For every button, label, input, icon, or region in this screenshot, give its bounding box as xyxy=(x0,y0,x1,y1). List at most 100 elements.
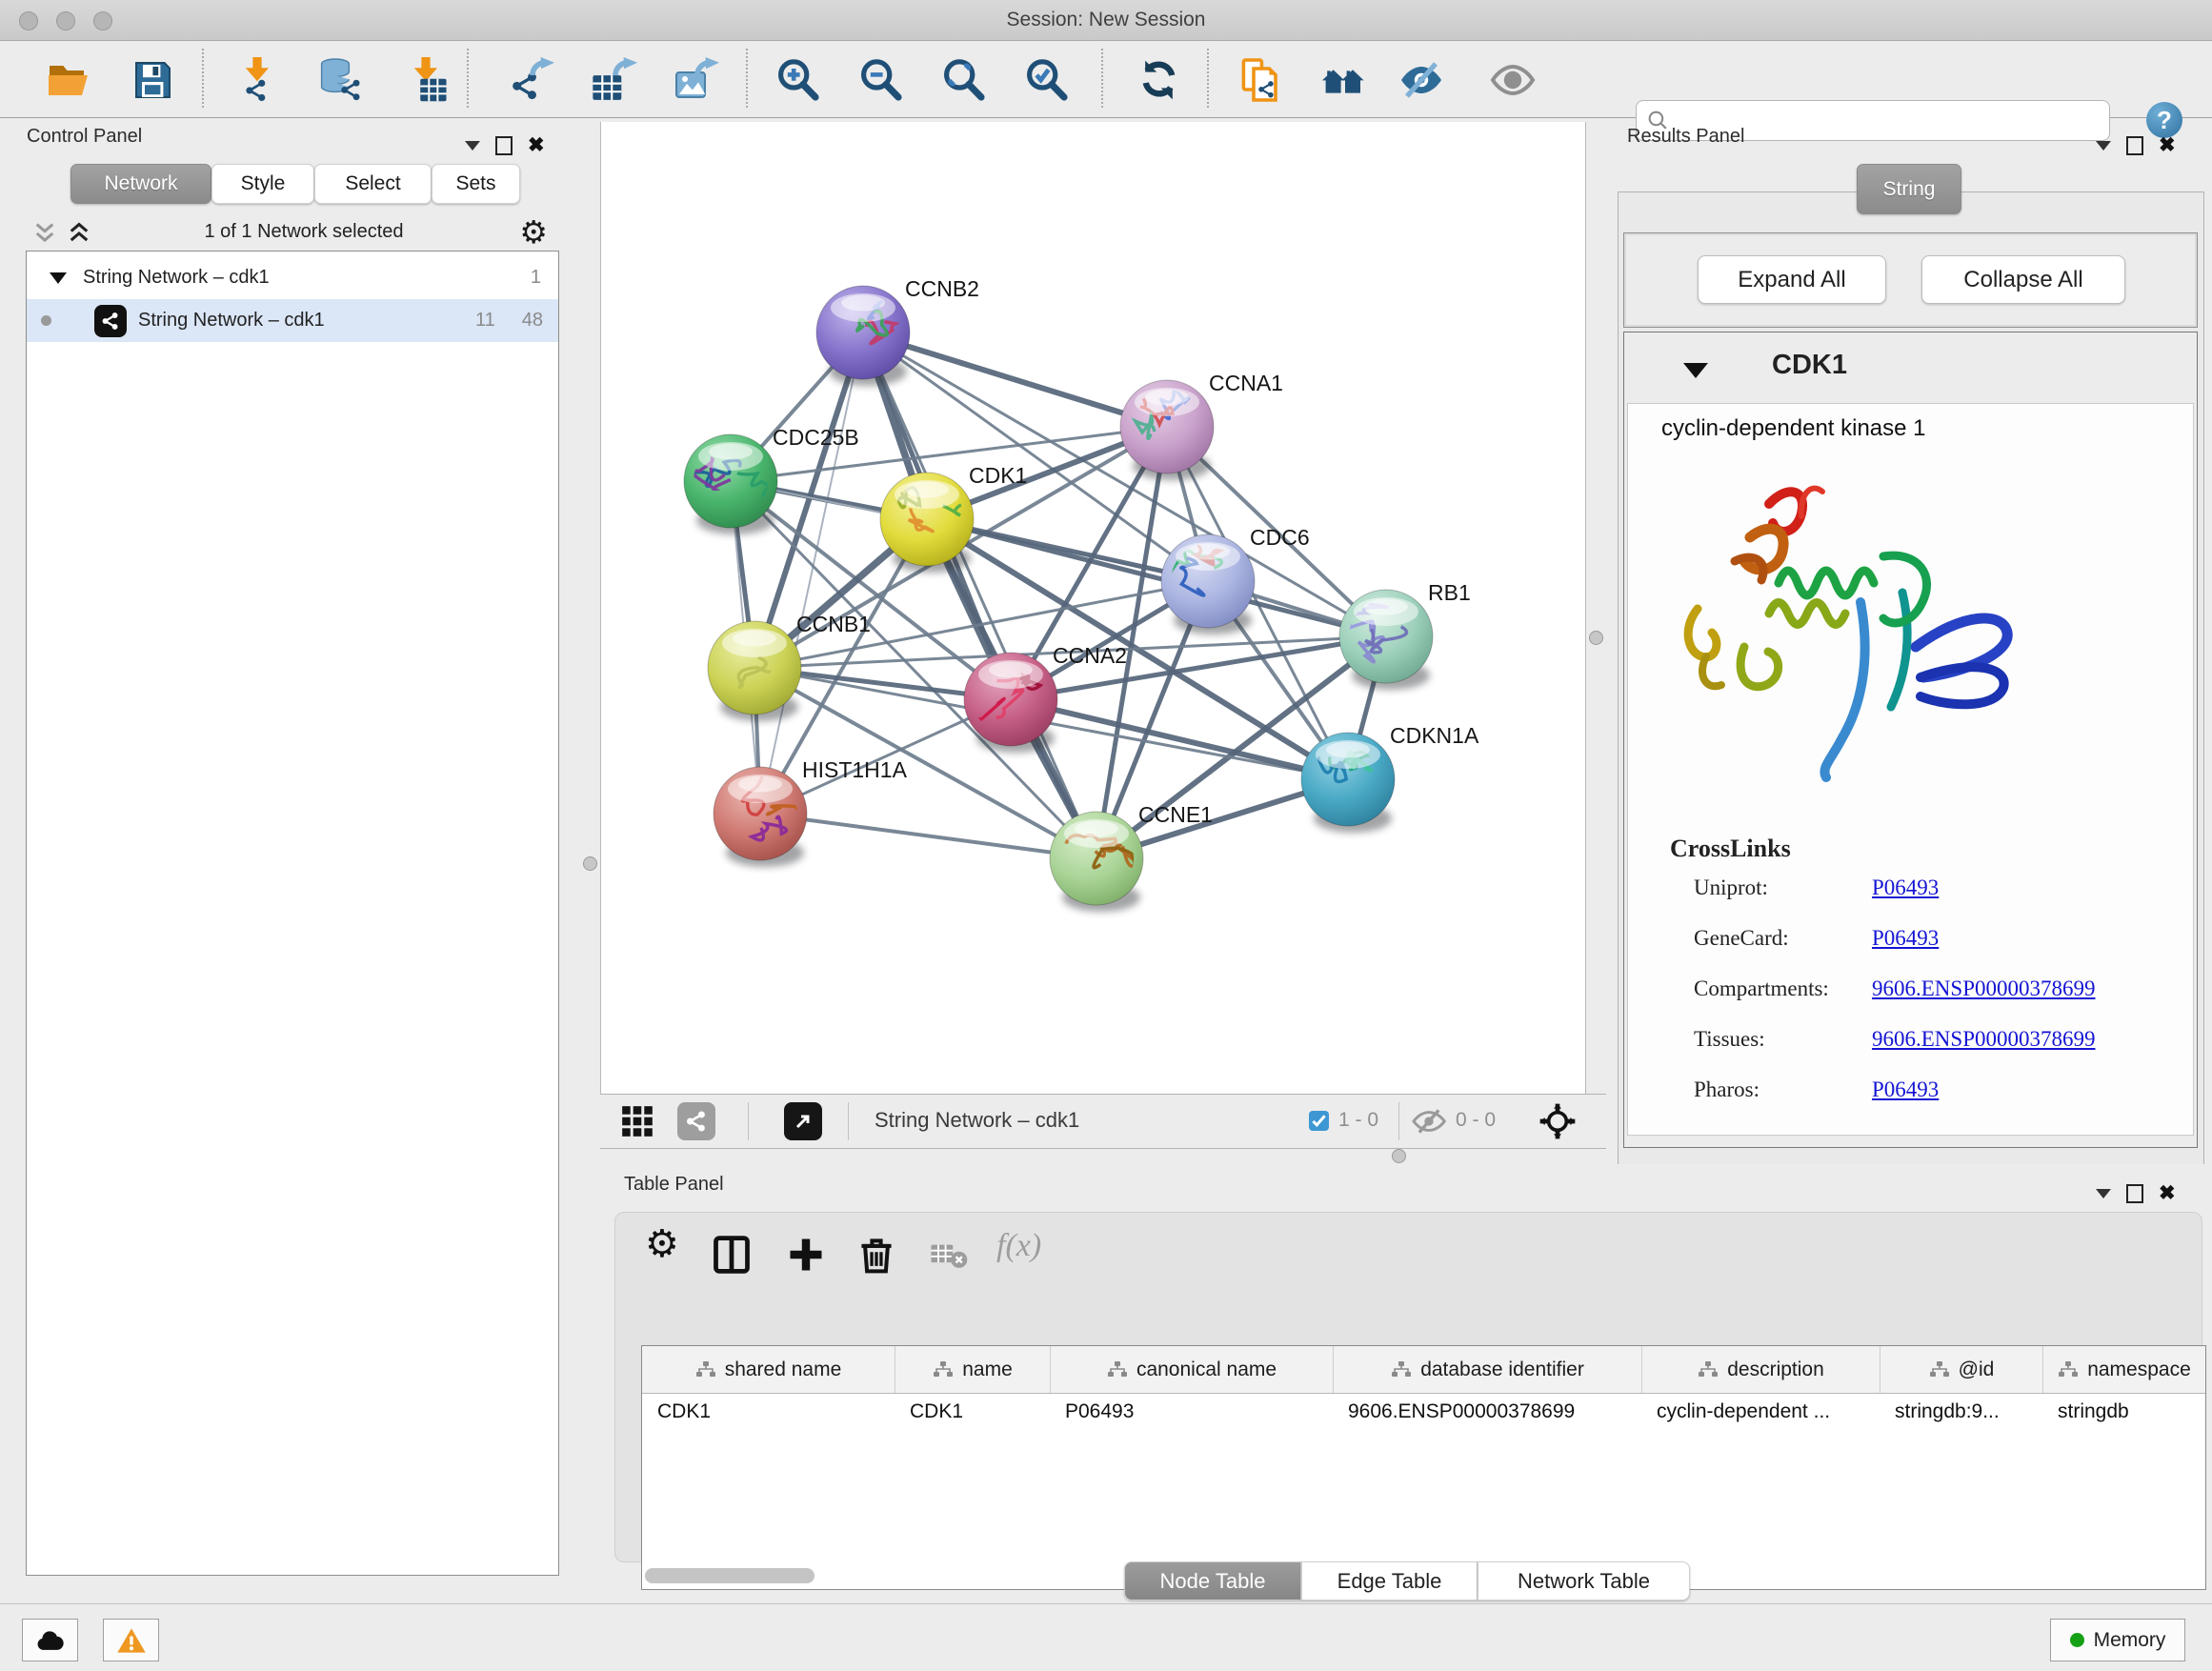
preview-eye-icon[interactable] xyxy=(1490,57,1536,103)
export-network-icon[interactable] xyxy=(509,57,554,103)
export-image-icon[interactable] xyxy=(674,57,719,103)
network-canvas[interactable]: CCNB2CCNA1CDC25BCDK1CDC6RB1CCNB1CCNA2CDK… xyxy=(600,122,1586,1094)
birds-eye-home-icon[interactable] xyxy=(1320,57,1366,103)
help-button[interactable]: ? xyxy=(2146,102,2182,138)
column-header-description[interactable]: description xyxy=(1641,1346,1880,1393)
import-table-from-file-icon[interactable] xyxy=(403,57,449,103)
column-header-namespace[interactable]: namespace xyxy=(2042,1346,2205,1393)
tab-edge-table[interactable]: Edge Table xyxy=(1301,1561,1478,1601)
title-bar: Session: New Session xyxy=(0,0,2212,41)
tab-node-table[interactable]: Node Table xyxy=(1124,1561,1301,1601)
show-columns-icon[interactable] xyxy=(711,1234,753,1276)
crosslink-value-link[interactable]: P06493 xyxy=(1872,1077,1939,1102)
tree-expander-icon[interactable] xyxy=(50,272,67,284)
panel-close-icon[interactable]: ✖ xyxy=(2159,1186,2176,1201)
table-cell[interactable]: CDK1 xyxy=(642,1400,895,1423)
toggle-graphics-details-icon[interactable] xyxy=(1398,57,1444,103)
right-splitter-handle[interactable] xyxy=(1589,631,1603,645)
zoom-out-icon[interactable] xyxy=(858,57,904,103)
copy-network-icon[interactable] xyxy=(1237,57,1283,103)
zoom-fit-content-icon[interactable] xyxy=(941,57,987,103)
tab-style[interactable]: Style xyxy=(211,164,314,204)
table-cell[interactable]: stringdb xyxy=(2042,1400,2205,1423)
tab-sets[interactable]: Sets xyxy=(432,164,520,204)
import-network-from-database-icon[interactable] xyxy=(318,57,364,103)
crosslink-value-link[interactable]: P06493 xyxy=(1872,876,1939,900)
network-type-icon xyxy=(94,305,127,337)
table-header-row: shared namenamecanonical namedatabase id… xyxy=(642,1346,2205,1394)
table-row[interactable]: CDK1CDK1P064939606.ENSP00000378699cyclin… xyxy=(642,1394,2205,1429)
table-cell[interactable]: P06493 xyxy=(1050,1400,1333,1423)
panel-collapse-icon[interactable] xyxy=(465,141,480,151)
grid-mode-icon[interactable] xyxy=(619,1103,655,1139)
tab-string[interactable]: String xyxy=(1857,164,1961,214)
tab-network-table[interactable]: Network Table xyxy=(1478,1561,1690,1601)
network-row-label: String Network – cdk1 xyxy=(138,310,325,332)
detach-view-icon[interactable] xyxy=(784,1102,822,1140)
collapse-all-button[interactable]: Collapse All xyxy=(1921,255,2125,304)
status-bar: Memory xyxy=(0,1603,2212,1671)
delete-column-icon[interactable] xyxy=(855,1234,897,1276)
panel-close-icon[interactable]: ✖ xyxy=(528,138,545,153)
crosslink-value-link[interactable]: 9606.ENSP00000378699 xyxy=(1872,976,2096,1001)
panel-collapse-icon[interactable] xyxy=(2096,141,2111,151)
network-mode-icon[interactable] xyxy=(677,1102,715,1140)
section-expander-icon[interactable] xyxy=(1683,363,1708,378)
svg-text:RB1: RB1 xyxy=(1428,580,1471,605)
network-row-selected[interactable]: String Network – cdk1 11 48 xyxy=(27,299,558,342)
collapse-all-icon[interactable] xyxy=(31,221,58,246)
expand-all-icon[interactable] xyxy=(66,221,92,246)
panel-float-icon[interactable] xyxy=(2126,136,2143,155)
apply-preferred-layout-icon[interactable] xyxy=(1136,57,1182,103)
hidden-eye-icon[interactable] xyxy=(1410,1106,1448,1137)
control-panel-tabs: NetworkStyleSelectSets xyxy=(70,164,520,204)
left-splitter-handle[interactable] xyxy=(583,856,597,871)
crosshair-icon[interactable] xyxy=(1538,1102,1577,1140)
save-session-icon[interactable] xyxy=(130,57,175,103)
crosslink-value-link[interactable]: P06493 xyxy=(1872,926,1939,951)
svg-text:CCNE1: CCNE1 xyxy=(1138,802,1213,827)
table-cell[interactable]: stringdb:9... xyxy=(1880,1400,2042,1423)
delete-table-icon xyxy=(930,1241,968,1270)
selected-counts: 1 - 0 xyxy=(1338,1109,1378,1132)
panel-collapse-icon[interactable] xyxy=(2096,1189,2111,1198)
crosslink-value-link[interactable]: 9606.ENSP00000378699 xyxy=(1872,1027,2096,1052)
network-collection-row[interactable]: String Network – cdk1 1 xyxy=(27,256,558,299)
panel-close-icon[interactable]: ✖ xyxy=(2159,138,2176,153)
table-settings-gear-icon[interactable]: ⚙ xyxy=(645,1222,679,1266)
tab-select[interactable]: Select xyxy=(314,164,432,204)
network-collection-label: String Network – cdk1 xyxy=(83,267,270,289)
create-column-icon[interactable] xyxy=(785,1234,827,1276)
tab-network[interactable]: Network xyxy=(70,164,211,204)
table-tabs: Node TableEdge TableNetwork Table xyxy=(1124,1561,1690,1601)
open-session-icon[interactable] xyxy=(46,57,91,103)
gear-icon[interactable]: ⚙ xyxy=(519,213,548,251)
import-network-from-file-icon[interactable] xyxy=(234,57,280,103)
table-cell[interactable]: CDK1 xyxy=(895,1400,1050,1423)
warning-icon xyxy=(116,1626,147,1655)
svg-text:CDC6: CDC6 xyxy=(1250,525,1310,550)
zoom-in-icon[interactable] xyxy=(775,57,821,103)
node-table[interactable]: shared namenamecanonical namedatabase id… xyxy=(641,1345,2206,1590)
warning-button[interactable] xyxy=(103,1619,159,1661)
column-header--id[interactable]: @id xyxy=(1880,1346,2042,1393)
expand-all-button[interactable]: Expand All xyxy=(1698,255,1886,304)
selected-checkbox-icon[interactable] xyxy=(1309,1111,1329,1131)
network-selected-summary: 1 of 1 Network selected xyxy=(108,221,500,243)
column-header-canonical-name[interactable]: canonical name xyxy=(1050,1346,1333,1393)
zoom-selected-region-icon[interactable] xyxy=(1024,57,1070,103)
network-tree: String Network – cdk1 1 String Network –… xyxy=(26,251,559,1576)
table-cell[interactable]: cyclin-dependent ... xyxy=(1641,1400,1880,1423)
panel-float-icon[interactable] xyxy=(495,136,513,155)
panel-float-icon[interactable] xyxy=(2126,1184,2143,1203)
table-cell[interactable]: 9606.ENSP00000378699 xyxy=(1333,1400,1641,1423)
horizontal-scrollbar[interactable] xyxy=(645,1568,814,1583)
column-header-shared-name[interactable]: shared name xyxy=(642,1346,895,1393)
memory-button[interactable]: Memory xyxy=(2050,1619,2185,1661)
column-header-database-identifier[interactable]: database identifier xyxy=(1333,1346,1641,1393)
export-table-icon[interactable] xyxy=(592,57,637,103)
svg-text:CDKN1A: CDKN1A xyxy=(1390,723,1479,748)
bottom-splitter-handle[interactable] xyxy=(1392,1149,1406,1163)
cloud-button[interactable] xyxy=(22,1619,78,1661)
column-header-name[interactable]: name xyxy=(895,1346,1050,1393)
